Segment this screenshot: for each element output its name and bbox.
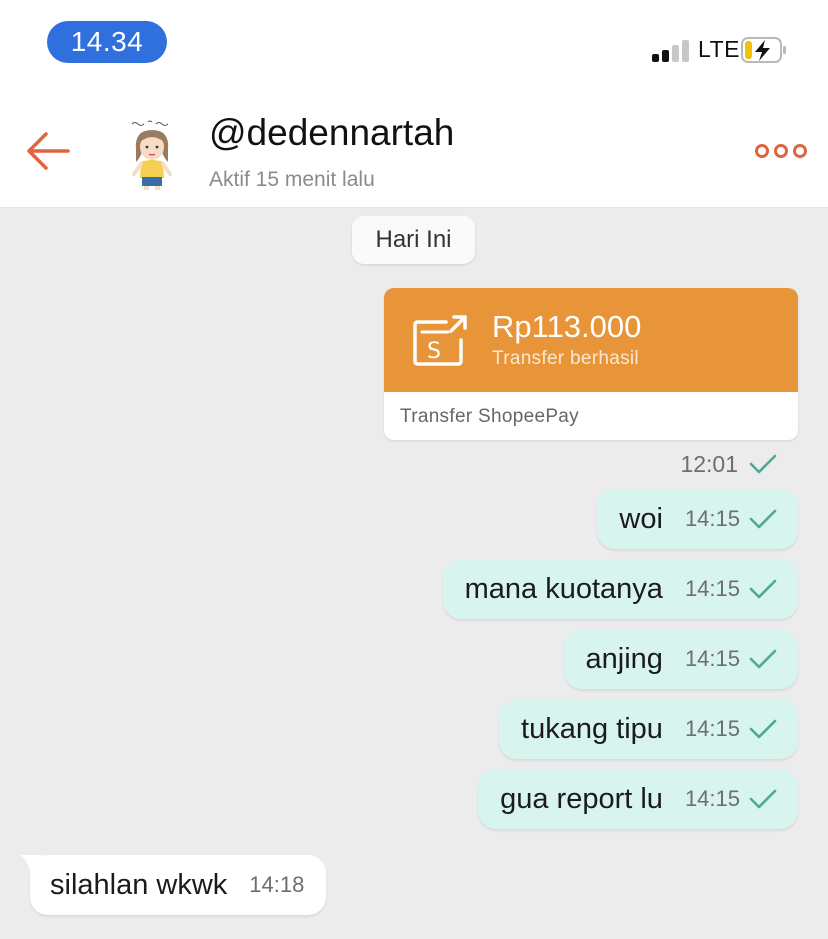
battery-charging-icon [741, 37, 786, 63]
transfer-amount: Rp113.000 [492, 309, 642, 344]
outgoing-message[interactable]: anjing 14:15 [563, 629, 798, 689]
incoming-message[interactable]: silahlan wkwk 14:18 [20, 855, 327, 915]
check-icon [749, 454, 777, 474]
outgoing-message[interactable]: gua report lu 14:15 [478, 769, 798, 829]
check-icon [749, 789, 777, 809]
more-dots-icon[interactable] [752, 138, 810, 164]
signal-bars-icon [652, 38, 692, 62]
check-icon [749, 649, 777, 669]
outgoing-message[interactable]: tukang tipu 14:15 [499, 699, 798, 759]
message-time: 14:15 [684, 506, 740, 531]
check-icon [749, 579, 777, 599]
chat-username[interactable]: @dedennartah [209, 112, 454, 154]
message-text: anjing [585, 642, 663, 675]
message-text: gua report lu [500, 782, 663, 815]
shopeepay-transfer-icon: S [413, 315, 467, 366]
message-time: 14:15 [684, 576, 740, 601]
back-arrow-icon[interactable] [20, 128, 76, 174]
message-time: 14:15 [684, 716, 740, 741]
transfer-card[interactable]: S Rp113.000 Transfer berhasil Transfer S… [384, 288, 798, 440]
date-separator: Hari Ini [352, 216, 475, 264]
message-text: silahlan wkwk [50, 868, 228, 901]
check-icon [749, 509, 777, 529]
outgoing-message[interactable]: woi 14:15 [597, 489, 798, 549]
svg-text:S: S [427, 339, 441, 364]
status-bar: 14.34 LTE [0, 0, 828, 90]
message-text: woi [619, 502, 663, 535]
presence-status: Aktif 15 menit lalu [209, 168, 375, 191]
transfer-method: Transfer ShopeePay [400, 406, 579, 427]
outgoing-message[interactable]: mana kuotanya 14:15 [442, 559, 798, 619]
status-time[interactable]: 14.34 [47, 21, 167, 63]
transfer-status: Transfer berhasil [492, 348, 639, 369]
avatar-illustration[interactable] [114, 112, 192, 194]
chat-header: @dedennartah Aktif 15 menit lalu [0, 90, 828, 208]
transfer-meta: 12:01 [680, 449, 778, 479]
message-text: tukang tipu [521, 712, 663, 745]
network-type: LTE [698, 36, 740, 62]
check-icon [749, 719, 777, 739]
message-time: 14:15 [684, 786, 740, 811]
message-time: 14:18 [249, 872, 305, 897]
bubble-tail [20, 855, 42, 871]
transfer-card-header: S Rp113.000 Transfer berhasil [384, 288, 798, 392]
message-time: 14:15 [684, 646, 740, 671]
message-text: mana kuotanya [464, 572, 663, 605]
transfer-time: 12:01 [680, 450, 738, 477]
